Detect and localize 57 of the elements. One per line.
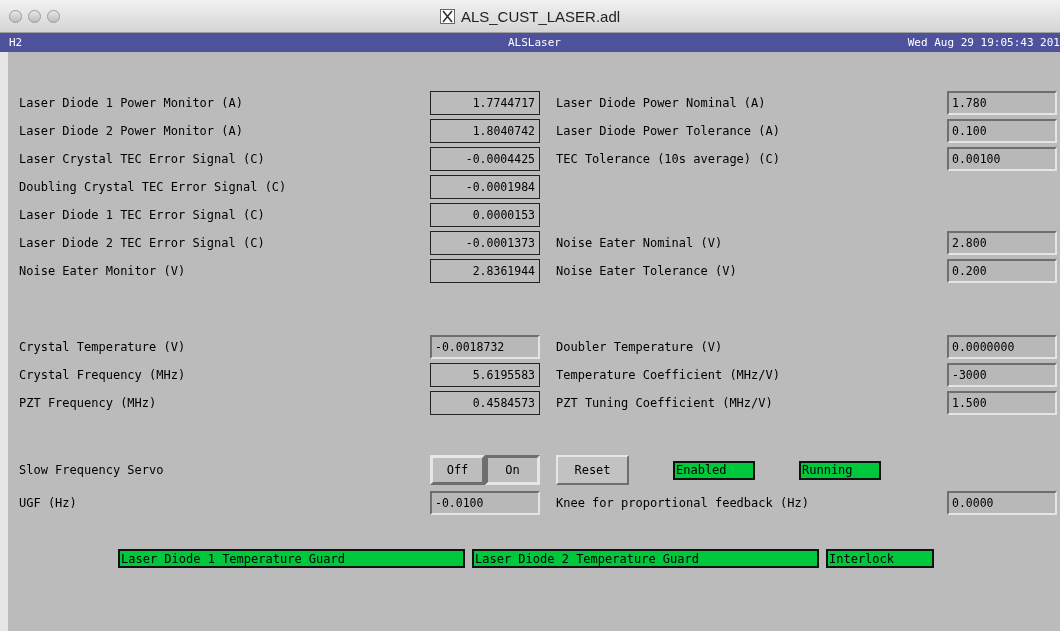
header-title: ALSLaser xyxy=(508,36,561,49)
header-text: H2 xyxy=(9,36,24,49)
field-label: Noise Eater Monitor (V) xyxy=(19,264,187,278)
input-field[interactable]: 2.800 xyxy=(947,231,1057,255)
field-label: Crystal Frequency (MHz) xyxy=(19,368,187,382)
input-field[interactable]: 0.100 xyxy=(947,119,1057,143)
readout-display: 0.0000153 xyxy=(430,203,540,227)
field-label: TEC Tolerance (10s average) (C) xyxy=(556,152,781,166)
field-label: Crystal Temperature (V) xyxy=(19,340,187,354)
field-label: Doubler Temperature (V) xyxy=(556,340,724,354)
field-label: Laser Diode 2 TEC Error Signal (C) xyxy=(19,236,266,250)
field-label: Laser Crystal TEC Error Signal (C) xyxy=(19,152,266,166)
status-indicator: Interlock xyxy=(826,549,934,568)
readout-display: -0.0001373 xyxy=(430,231,540,255)
field-label: Laser Diode 1 Power Monitor (A) xyxy=(19,96,244,110)
field-label: Laser Diode 2 Power Monitor (A) xyxy=(19,124,244,138)
field-label: Knee for proportional feedback (Hz) xyxy=(556,496,810,510)
window-control-icon[interactable] xyxy=(47,9,60,23)
input-field[interactable]: -3000 xyxy=(947,363,1057,387)
input-field[interactable]: 1.500 xyxy=(947,391,1057,415)
readout-display: 1.8040742 xyxy=(430,119,540,143)
status-indicator: Enabled xyxy=(673,460,755,480)
window-control-icon[interactable] xyxy=(9,9,22,23)
reset-button[interactable]: Reset xyxy=(556,455,629,485)
toggle-option[interactable]: Off xyxy=(430,455,485,485)
field-label: PZT Frequency (MHz) xyxy=(19,396,158,410)
field-label: Noise Eater Nominal (V) xyxy=(556,236,724,250)
readout-display: -0.0001984 xyxy=(430,175,540,199)
readout-display: 2.8361944 xyxy=(430,259,540,283)
field-label: Laser Diode Power Tolerance (A) xyxy=(556,124,781,138)
input-field[interactable]: 1.780 xyxy=(947,91,1057,115)
window-control-icon[interactable] xyxy=(28,9,41,23)
field-label: Noise Eater Tolerance (V) xyxy=(556,264,738,278)
readout-display: -0.0004425 xyxy=(430,147,540,171)
field-label: UGF (Hz) xyxy=(19,496,78,510)
x-app-icon xyxy=(439,8,455,24)
field-label: Doubling Crystal TEC Error Signal (C) xyxy=(19,180,288,194)
status-indicator: Laser Diode 2 Temperature Guard xyxy=(472,549,819,568)
field-label: PZT Tuning Coefficient (MHz/V) xyxy=(556,396,774,410)
readout-display: 1.7744717 xyxy=(430,91,540,115)
window-title: ALS_CUST_LASER.adl xyxy=(460,7,621,25)
input-field[interactable]: 0.0000 xyxy=(947,491,1057,515)
field-label: Laser Diode 1 TEC Error Signal (C) xyxy=(19,208,266,222)
field-label: Slow Frequency Servo xyxy=(19,463,165,477)
field-label: Laser Diode Power Nominal (A) xyxy=(556,96,767,110)
input-field[interactable]: 0.0000000 xyxy=(947,335,1057,359)
input-field[interactable]: -0.0018732 xyxy=(430,335,540,359)
input-field[interactable]: 0.00100 xyxy=(947,147,1057,171)
readout-display: 0.4584573 xyxy=(430,391,540,415)
readout-display: 5.6195583 xyxy=(430,363,540,387)
header-date: Wed Aug 29 19:05:43 201 xyxy=(907,36,1060,49)
status-indicator: Running xyxy=(799,460,881,480)
toggle-option[interactable]: On xyxy=(485,455,540,485)
field-label: Temperature Coefficient (MHz/V) xyxy=(556,368,781,382)
input-field[interactable]: 0.200 xyxy=(947,259,1057,283)
input-field[interactable]: -0.0100 xyxy=(430,491,540,515)
status-indicator: Laser Diode 1 Temperature Guard xyxy=(118,549,465,568)
